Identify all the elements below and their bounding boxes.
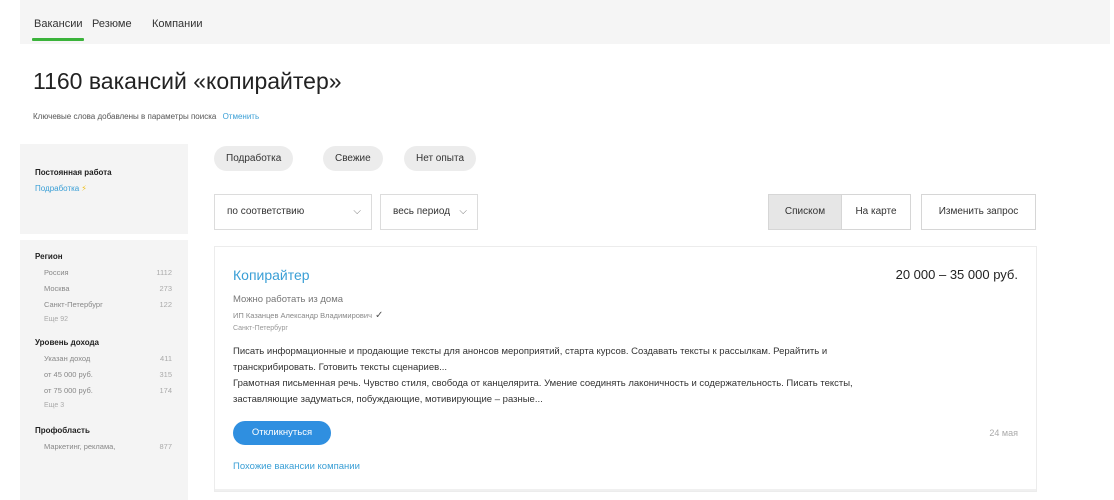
region-heading: Регион [35, 252, 63, 261]
income-item-specified[interactable]: Указан доход 411 [44, 354, 172, 363]
income-item-45000[interactable]: от 45 000 руб. 315 [44, 370, 172, 379]
period-select-value: весь период [393, 206, 451, 217]
remote-work-note: Можно работать из дома [233, 294, 344, 305]
region-count: 273 [159, 284, 172, 293]
income-label: Указан доход [44, 354, 91, 363]
filters-sidebar: Постоянная работа Подработка ⚡ Регион Рос… [20, 144, 188, 500]
description-line: заставляющие задуматься, побуждающие, мо… [233, 394, 543, 405]
part-time-filter-label: Подработка [35, 184, 80, 193]
description-line: Грамотная письменная речь. Чувство стиля… [233, 378, 853, 389]
tab-vacancies[interactable]: Вакансии [34, 18, 83, 30]
region-label: Москва [44, 284, 70, 293]
chip-no-experience[interactable]: Нет опыта [404, 146, 477, 171]
chevron-down-icon: ⌵ [459, 206, 467, 217]
check-icon: ✓ [375, 310, 384, 321]
similar-vacancies-link[interactable]: Похожие вакансии компании [233, 461, 360, 472]
tab-resumes[interactable]: Резюме [92, 18, 132, 30]
chip-fresh[interactable]: Свежие [323, 146, 383, 171]
employer-name-text: ИП Казанцев Александр Владимирович [233, 311, 373, 320]
region-item-russia[interactable]: Россия 1112 [44, 268, 172, 277]
tab-companies[interactable]: Компании [152, 18, 203, 30]
vacancy-city: Санкт-Петербург [233, 325, 288, 332]
cancel-keywords-link[interactable]: Отменить [223, 112, 260, 121]
card-divider [215, 489, 1036, 491]
vacancy-date: 24 мая [989, 428, 1018, 438]
top-nav: Вакансии Резюме Компании [20, 0, 1110, 44]
region-label: Россия [44, 268, 69, 277]
income-count: 174 [159, 386, 172, 395]
keywords-note-text: Ключевые слова добавлены в параметры пои… [33, 112, 217, 121]
page-title: 1160 вакансий «копирайтер» [33, 68, 342, 94]
vacancy-salary: 20 000 – 35 000 руб. [895, 267, 1018, 282]
profarea-count: 877 [159, 442, 172, 451]
income-label: от 75 000 руб. [44, 386, 93, 395]
period-select[interactable]: весь период ⌵ [380, 194, 478, 230]
active-tab-indicator [32, 38, 84, 41]
description-line: Писать информационные и продающие тексты… [233, 346, 828, 357]
region-count: 122 [159, 300, 172, 309]
profarea-item-marketing[interactable]: Маркетинг, реклама, 877 [44, 442, 172, 451]
employer-name[interactable]: ИП Казанцев Александр Владимирович ✓ [233, 310, 383, 321]
vacancy-description: Писать информационные и продающие тексты… [233, 344, 1013, 408]
income-heading: Уровень дохода [35, 338, 100, 347]
sort-select-value: по соответствию [227, 206, 305, 217]
keywords-note: Ключевые слова добавлены в параметры пои… [33, 112, 259, 121]
apply-button[interactable]: Откликнуться [233, 421, 331, 445]
region-item-spb[interactable]: Санкт-Петербург 122 [44, 300, 172, 309]
income-more-link[interactable]: Еще 3 [44, 402, 64, 409]
lightning-icon: ⚡ [81, 184, 87, 193]
change-query-button[interactable]: Изменить запрос [921, 194, 1036, 230]
sort-select[interactable]: по соответствию ⌵ [214, 194, 372, 230]
part-time-filter-link[interactable]: Подработка ⚡ [35, 184, 87, 193]
region-label: Санкт-Петербург [44, 300, 103, 309]
employment-heading: Постоянная работа [35, 168, 112, 177]
description-line: транскрибировать. Готовить тексты сценар… [233, 362, 448, 373]
region-more-link[interactable]: Еще 92 [44, 316, 68, 323]
vacancy-card: Копирайтер 20 000 – 35 000 руб. Можно ра… [214, 246, 1037, 492]
vacancy-title-link[interactable]: Копирайтер [233, 267, 310, 283]
income-count: 315 [159, 370, 172, 379]
sidebar-divider [20, 234, 188, 240]
profarea-heading: Профобласть [35, 426, 90, 435]
income-label: от 45 000 руб. [44, 370, 93, 379]
profarea-label: Маркетинг, реклама, [44, 442, 116, 451]
income-item-75000[interactable]: от 75 000 руб. 174 [44, 386, 172, 395]
view-map-button[interactable]: На карте [841, 194, 911, 230]
chip-part-time[interactable]: Подработка [214, 146, 294, 171]
view-list-button[interactable]: Списком [768, 194, 842, 230]
region-item-moscow[interactable]: Москва 273 [44, 284, 172, 293]
income-count: 411 [160, 354, 172, 363]
chevron-down-icon: ⌵ [353, 206, 361, 217]
region-count: 1112 [156, 268, 172, 277]
